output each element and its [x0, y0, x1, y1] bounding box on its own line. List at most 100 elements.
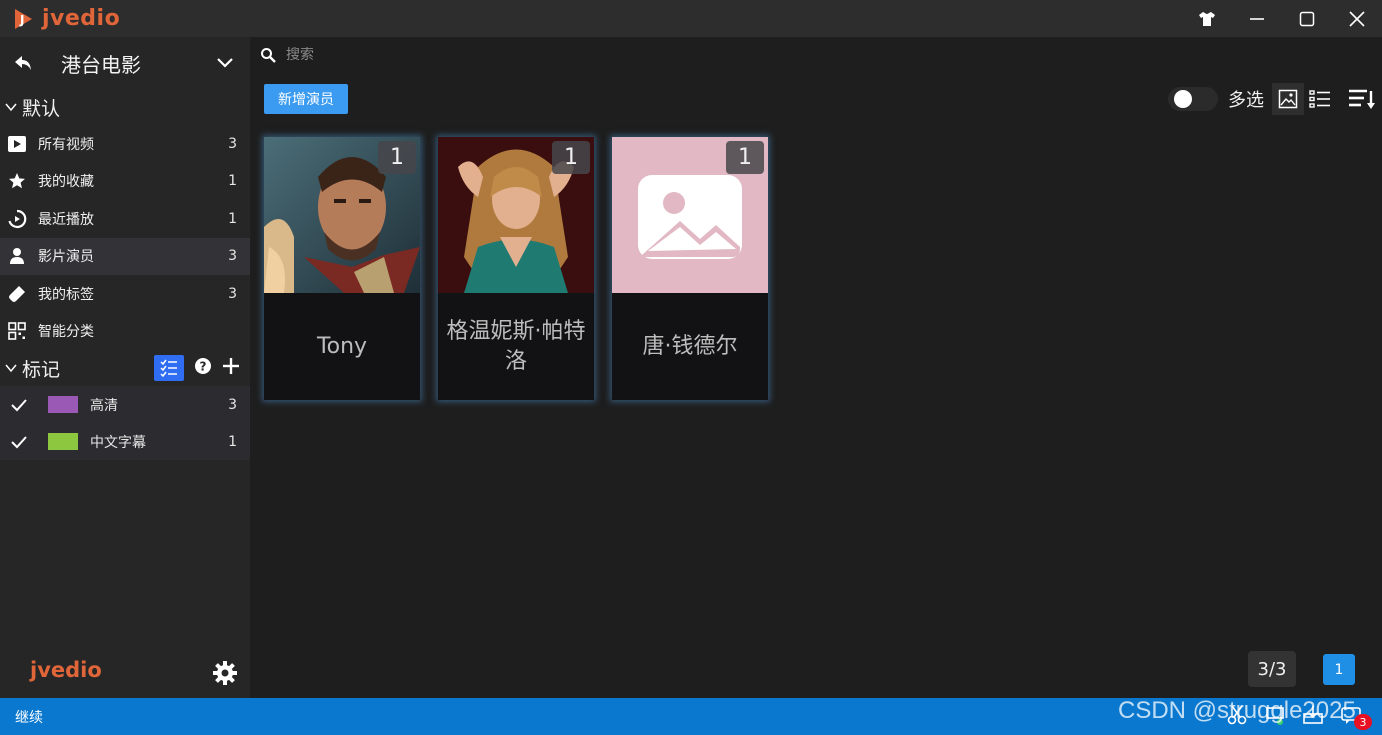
video-count-badge: 1 — [378, 141, 416, 174]
title-bar: J jvedio — [0, 0, 1382, 37]
tag-color-swatch — [48, 396, 78, 413]
gear-icon — [213, 661, 237, 685]
actor-photo: 1 — [612, 137, 768, 293]
star-icon — [9, 173, 25, 189]
shirt-icon — [1199, 11, 1215, 26]
maximize-button[interactable] — [1282, 0, 1332, 37]
sidebar-item-tags[interactable]: 我的标签 3 — [0, 275, 250, 313]
app-logo-icon: J — [15, 8, 32, 29]
library-dropdown-button[interactable] — [216, 53, 234, 75]
settings-button[interactable] — [212, 660, 238, 690]
sort-icon — [1349, 89, 1375, 109]
help-icon: ? — [195, 357, 211, 374]
search-icon — [261, 48, 276, 63]
plus-icon — [223, 357, 239, 374]
add-mark-button[interactable] — [222, 357, 240, 380]
sidebar-item-count: 3 — [228, 248, 237, 265]
caret-down-icon — [5, 103, 17, 112]
select-marks-button[interactable] — [154, 355, 184, 381]
image-view-button[interactable] — [1272, 83, 1304, 115]
app-window: J jvedio 港台电影 默认 所有视频 3 我的收藏 1 最近播放 1 影片… — [0, 0, 1382, 735]
tag-label: 高清 — [90, 397, 118, 414]
sidebar-item-label: 最近播放 — [38, 211, 94, 228]
tag-count: 3 — [228, 396, 237, 413]
maximize-icon — [1299, 11, 1315, 26]
status-text[interactable]: 继续 — [15, 707, 43, 727]
marks-group-label: 标记 — [22, 358, 61, 381]
sidebar-item-label: 智能分类 — [38, 324, 94, 341]
tag-icon — [9, 285, 25, 302]
video-count-badge: 1 — [552, 141, 590, 174]
actor-photo: 1 — [264, 137, 420, 293]
app-title: jvedio — [42, 6, 121, 31]
search-bar — [260, 47, 586, 63]
sidebar-item-label: 影片演员 — [38, 249, 94, 266]
chevron-down-icon — [217, 58, 233, 68]
search-input[interactable] — [286, 47, 586, 63]
close-button[interactable] — [1332, 0, 1382, 37]
back-button[interactable] — [0, 54, 46, 72]
footer-logo: jvedio — [30, 658, 102, 682]
sidebar-item-favorites[interactable]: 我的收藏 1 — [0, 163, 250, 201]
sidebar-item-actors[interactable]: 影片演员 3 — [0, 237, 250, 275]
history-icon — [8, 209, 27, 228]
check-icon — [11, 435, 27, 448]
library-title: 港台电影 — [61, 52, 141, 77]
tag-item-chinese-subtitle[interactable]: 中文字幕 1 — [0, 423, 250, 460]
multi-select-toggle[interactable] — [1168, 87, 1218, 111]
close-icon — [1349, 10, 1365, 27]
add-actor-button[interactable]: 新增演员 — [264, 84, 348, 114]
sidebar-item-label: 我的标签 — [38, 286, 94, 303]
skin-button[interactable] — [1182, 0, 1232, 37]
minimize-button[interactable] — [1232, 0, 1282, 37]
main-panel: 新增演员 多选 — [250, 37, 1382, 698]
svg-text:J: J — [19, 13, 24, 27]
actor-card[interactable]: 1 Tony — [264, 137, 420, 400]
sidebar-footer: jvedio — [0, 648, 250, 698]
notification-badge: 3 — [1354, 714, 1372, 730]
sidebar-item-all-videos[interactable]: 所有视频 3 — [0, 125, 250, 163]
tag-label: 中文字幕 — [90, 434, 146, 451]
multi-select-label: 多选 — [1228, 90, 1264, 111]
actor-card[interactable]: 1 格温妮斯·帕特洛 — [438, 137, 594, 400]
toggle-knob — [1174, 90, 1192, 108]
marks-group-header[interactable]: 标记 ? — [0, 350, 250, 386]
image-view-icon — [1278, 89, 1298, 109]
sidebar-item-count: 1 — [228, 210, 237, 227]
actor-photo: 1 — [438, 137, 594, 293]
sidebar-item-label: 所有视频 — [38, 136, 94, 153]
sidebar-item-count: 3 — [228, 135, 237, 152]
sidebar: 港台电影 默认 所有视频 3 我的收藏 1 最近播放 1 影片演员 3 我的标签… — [0, 37, 250, 698]
tag-count: 1 — [228, 433, 237, 450]
page-info: 3/3 — [1248, 651, 1296, 687]
default-group-header[interactable]: 默认 — [0, 89, 250, 125]
sidebar-item-smart-category[interactable]: 智能分类 — [0, 313, 250, 351]
page-button[interactable]: 1 — [1323, 654, 1355, 685]
view-toolbar: 多选 — [1168, 83, 1382, 115]
back-arrow-icon — [15, 56, 31, 70]
actor-grid: 1 Tony 1 格温妮斯·帕特洛 1 唐·钱德尔 — [264, 137, 768, 400]
sidebar-item-recent[interactable]: 最近播放 1 — [0, 200, 250, 238]
actor-name: Tony — [316, 333, 368, 359]
person-icon — [10, 248, 24, 265]
actor-card[interactable]: 1 唐·钱德尔 — [612, 137, 768, 400]
actor-name: 唐·钱德尔 — [642, 333, 738, 359]
minimize-icon — [1250, 17, 1264, 20]
watermark: CSDN @struggle2025 — [1118, 697, 1356, 724]
tag-item-hd[interactable]: 高清 3 — [0, 386, 250, 423]
tag-color-swatch — [48, 433, 78, 450]
library-header: 港台电影 — [0, 37, 250, 89]
svg-text:?: ? — [200, 359, 207, 373]
checklist-icon — [160, 359, 177, 377]
video-count-badge: 1 — [726, 141, 764, 174]
sidebar-item-count: 3 — [228, 285, 237, 302]
grid-icon — [8, 322, 26, 341]
default-group-label: 默认 — [22, 97, 61, 120]
sidebar-item-count: 1 — [228, 173, 237, 190]
caret-down-icon — [5, 364, 17, 373]
actor-name: 格温妮斯·帕特洛 — [446, 318, 586, 374]
play-icon — [8, 135, 26, 152]
help-button[interactable]: ? — [194, 357, 212, 380]
list-view-button[interactable] — [1304, 83, 1336, 115]
sort-button[interactable] — [1342, 83, 1382, 115]
